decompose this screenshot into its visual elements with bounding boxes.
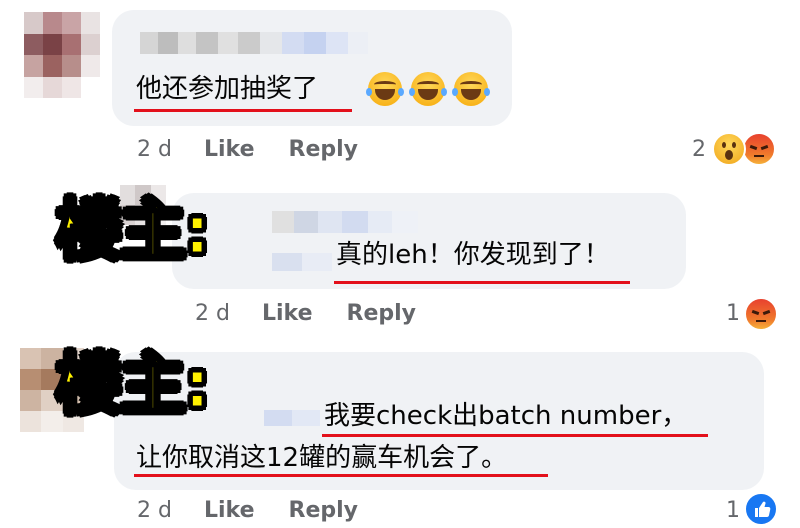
highlight-underline: [334, 281, 630, 284]
timestamp[interactable]: 2 d: [195, 301, 230, 326]
like-emoji-icon[interactable]: [744, 492, 778, 526]
comment-text-line2: 让你取消这12罐的赢车机会了。: [136, 443, 508, 473]
commenter-name[interactable]: [264, 410, 320, 426]
timestamp[interactable]: 2 d: [137, 498, 172, 523]
comment-text: 他还参加抽奖了: [136, 74, 319, 104]
op-label: 楼主:: [54, 346, 211, 423]
reply-button[interactable]: Reply: [347, 301, 417, 326]
comment-text: 真的leh！你发现到了！: [336, 240, 610, 270]
laugh-cry-emoji-icon: [452, 72, 491, 106]
comment-actions: 2 d Like Reply: [137, 137, 358, 162]
commenter-name[interactable]: [272, 211, 418, 233]
reaction-count[interactable]: 1: [726, 498, 740, 523]
like-button[interactable]: Like: [204, 498, 255, 523]
reaction-count[interactable]: 1: [726, 301, 740, 326]
angry-emoji-icon: [742, 132, 776, 166]
timestamp[interactable]: 2 d: [137, 137, 172, 162]
laugh-emoji-group: [364, 72, 491, 106]
like-button[interactable]: Like: [204, 137, 255, 162]
laugh-cry-emoji-icon: [409, 72, 448, 106]
reaction-count[interactable]: 2: [692, 137, 706, 162]
thumbs-up-icon: [755, 501, 771, 517]
reply-button[interactable]: Reply: [289, 137, 359, 162]
highlight-underline: [134, 109, 352, 112]
wow-emoji-icon: [712, 132, 746, 166]
angry-emoji-icon[interactable]: [744, 297, 778, 331]
laugh-cry-emoji-icon: [366, 72, 404, 106]
commenter-name[interactable]: [140, 32, 368, 54]
op-label: 楼主:: [54, 192, 211, 269]
highlight-underline: [134, 474, 548, 477]
comment-bubble: 真的leh！你发现到了！: [172, 193, 686, 289]
reaction-icons[interactable]: [712, 132, 782, 168]
comment-actions: 2 d Like Reply: [137, 498, 358, 523]
avatar[interactable]: [24, 12, 100, 98]
commenter-name-blur: [272, 253, 332, 271]
reply-button[interactable]: Reply: [289, 498, 359, 523]
comment-bubble: 我要check出batch number， 让你取消这12罐的赢车机会了。: [114, 352, 764, 490]
comment-actions: 2 d Like Reply: [195, 301, 416, 326]
highlight-underline: [322, 434, 708, 437]
comment-text-line1: 我要check出batch number，: [324, 401, 688, 431]
like-button[interactable]: Like: [262, 301, 313, 326]
